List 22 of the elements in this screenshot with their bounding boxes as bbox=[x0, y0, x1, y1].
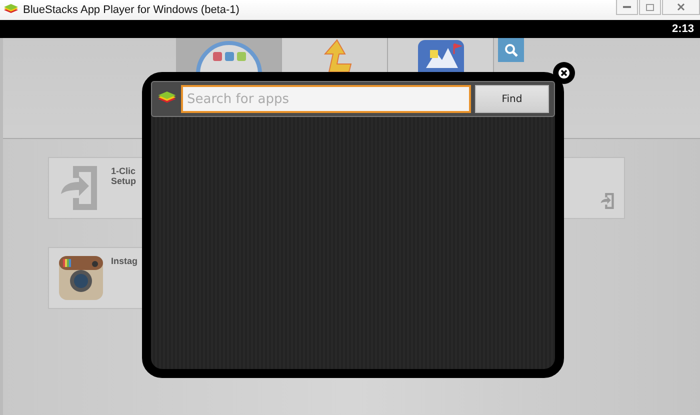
app-logo-icon bbox=[3, 4, 19, 16]
find-button[interactable]: Find bbox=[475, 85, 549, 113]
close-icon bbox=[558, 67, 570, 79]
gallery-tab[interactable] bbox=[388, 38, 494, 72]
maximize-button[interactable] bbox=[639, 0, 661, 15]
phone-arrow-icon bbox=[600, 192, 616, 210]
clock-time: 2:13 bbox=[672, 23, 694, 35]
app-name: 1-Clic bbox=[111, 166, 136, 176]
search-field[interactable]: Search for apps bbox=[181, 85, 471, 113]
close-icon bbox=[677, 3, 685, 11]
picture-icon bbox=[416, 38, 466, 72]
minimize-button[interactable] bbox=[616, 0, 638, 15]
window-title: BlueStacks App Player for Windows (beta-1) bbox=[23, 4, 240, 16]
minimize-icon bbox=[623, 6, 631, 8]
camera-icon bbox=[59, 256, 103, 300]
arrow-tab[interactable] bbox=[282, 38, 388, 72]
maximize-icon bbox=[646, 4, 654, 10]
app-name: Setup bbox=[111, 176, 136, 186]
apps-tab[interactable] bbox=[176, 38, 282, 72]
search-tab[interactable] bbox=[498, 38, 524, 62]
search-icon bbox=[504, 43, 518, 57]
app-name: Instag bbox=[111, 256, 138, 266]
